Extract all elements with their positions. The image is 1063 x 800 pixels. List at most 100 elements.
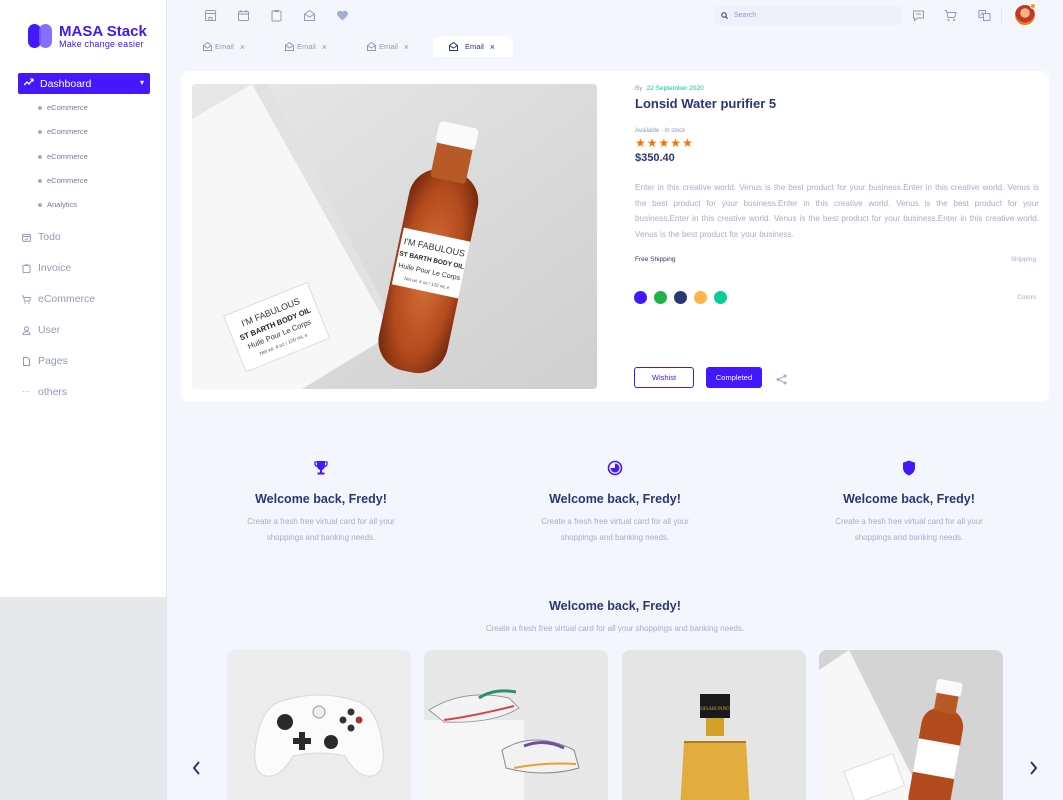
gallery-item-liqueur[interactable]: DISARONNO xyxy=(622,650,806,800)
brand-title: MASA Stack xyxy=(59,22,147,40)
clipboard-icon[interactable] xyxy=(270,9,283,22)
feature-text: Create a fresh free virtual card for all… xyxy=(541,517,689,542)
sidebar-subitem-label: eCommerce xyxy=(47,176,88,185)
cart-icon[interactable] xyxy=(944,9,957,22)
tab-email[interactable]: Email × xyxy=(193,36,263,57)
sidebar-item-invoice[interactable]: Invoice xyxy=(22,262,71,274)
calendar-icon[interactable] xyxy=(237,9,250,22)
tab-label: Email xyxy=(465,42,484,51)
calendar-icon xyxy=(22,233,31,242)
caret-down-icon: ▾ xyxy=(139,78,144,87)
shipping-label: Shipping xyxy=(1010,256,1036,263)
brand-logo[interactable]: MASA Stack Make change easier xyxy=(28,23,147,49)
search-input[interactable]: Search xyxy=(714,6,901,25)
bullet-icon xyxy=(38,154,42,159)
sidebar-subitem-ecommerce[interactable]: eCommerce xyxy=(38,103,88,112)
file-icon xyxy=(22,356,31,366)
translate-icon[interactable]: A xyxy=(978,9,991,22)
heart-icon[interactable] xyxy=(336,9,349,22)
sidebar-item-ecommerce[interactable]: eCommerce xyxy=(22,293,95,305)
trend-icon xyxy=(23,78,34,89)
mail-icon xyxy=(367,42,376,51)
star-icon: ★ xyxy=(635,136,647,150)
bullet-icon xyxy=(38,178,42,183)
color-swatch[interactable] xyxy=(674,291,687,304)
color-swatch[interactable] xyxy=(694,291,707,304)
bottle-brand: DISARONNO xyxy=(700,707,730,712)
sidebar-subitem-ecommerce[interactable]: eCommerce xyxy=(38,152,88,161)
share-icon[interactable] xyxy=(776,372,787,390)
sidebar-item-pages[interactable]: Pages xyxy=(22,355,68,367)
feature-title: Welcome back, Fredy! xyxy=(255,492,387,506)
color-swatch[interactable] xyxy=(714,291,727,304)
tab-label: Email xyxy=(297,42,316,51)
shield-icon xyxy=(799,460,1019,482)
sidebar-subitem-label: eCommerce xyxy=(47,152,88,161)
sidebar-item-label: Pages xyxy=(38,355,68,367)
chat-icon[interactable] xyxy=(912,9,925,22)
close-icon[interactable]: × xyxy=(490,42,495,52)
wishlist-button[interactable]: Wishist xyxy=(634,367,694,388)
feature-title: Welcome back, Fredy! xyxy=(549,492,681,506)
color-swatch[interactable] xyxy=(634,291,647,304)
completed-button[interactable]: Completed xyxy=(706,367,762,388)
sidebar: MASA Stack Make change easier Dashboard … xyxy=(0,0,167,597)
product-byline: By 22 September 2020 xyxy=(635,85,704,92)
pie-icon xyxy=(505,460,725,482)
product-date: 22 September 2020 xyxy=(646,85,704,92)
feature-card: Welcome back, Fredy! Create a fresh free… xyxy=(505,460,725,545)
mail-icon[interactable] xyxy=(303,9,316,22)
controller-photo xyxy=(254,694,384,777)
sidebar-item-dashboard[interactable]: Dashboard ▾ xyxy=(18,73,150,94)
sidebar-subitem-analytics[interactable]: Analytics xyxy=(38,200,77,209)
bullet-icon xyxy=(38,202,42,207)
sidebar-item-label: eCommerce xyxy=(38,293,96,305)
store-icon[interactable] xyxy=(204,9,217,22)
carousel-prev-arrow[interactable] xyxy=(192,761,201,778)
rating-stars: ★★★★★ xyxy=(635,136,694,150)
star-icon: ★ xyxy=(646,136,659,150)
sidebar-subitem-label: eCommerce xyxy=(47,103,88,112)
dots-icon: ··· xyxy=(22,386,30,396)
sidebar-item-label: User xyxy=(38,324,61,336)
feature-title: Welcome back, Fredy! xyxy=(843,492,975,506)
close-icon[interactable]: × xyxy=(240,42,245,52)
sidebar-subitem-ecommerce[interactable]: eCommerce xyxy=(38,127,88,136)
mail-icon xyxy=(203,42,212,51)
search-placeholder: Search xyxy=(734,12,757,19)
product-card: I'M FABULOUS ST BARTH BODY OIL Huile Pou… xyxy=(181,71,1049,402)
gallery-item-body-oil[interactable] xyxy=(819,650,1003,800)
sidebar-item-label: Todo xyxy=(38,231,61,243)
sidebar-item-label: Invoice xyxy=(38,262,72,274)
gallery-item-sneakers[interactable] xyxy=(424,650,608,800)
close-icon[interactable]: × xyxy=(404,42,409,52)
tab-label: Email xyxy=(215,42,234,51)
star-icon: ★ xyxy=(670,136,683,150)
tab-email[interactable]: Email × xyxy=(357,36,427,57)
trophy-icon xyxy=(211,460,431,482)
gallery-item-controller[interactable] xyxy=(227,650,411,800)
clipboard-icon xyxy=(22,263,31,273)
star-icon: ★ xyxy=(682,136,694,150)
cart-icon xyxy=(22,295,32,304)
product-title: Lonsid Water purifier 5 xyxy=(635,96,777,111)
color-swatch[interactable] xyxy=(654,291,667,304)
color-swatches xyxy=(634,291,734,304)
availability-text: Available - In stock xyxy=(635,128,686,134)
sidebar-item-todo[interactable]: Todo xyxy=(22,231,61,243)
sidebar-item-label: Dashboard xyxy=(40,77,92,90)
mail-icon xyxy=(285,42,294,51)
product-description: Enter in this creative world. Venus is t… xyxy=(635,183,1039,239)
byline-label: By xyxy=(635,85,643,92)
tab-email-active[interactable]: Email × xyxy=(433,36,513,57)
tab-email[interactable]: Email × xyxy=(275,36,345,57)
sidebar-item-label: others xyxy=(38,386,68,398)
carousel-next-arrow[interactable] xyxy=(1029,761,1038,778)
close-icon[interactable]: × xyxy=(322,42,327,52)
sidebar-subitem-ecommerce[interactable]: eCommerce xyxy=(38,176,88,185)
sidebar-item-user[interactable]: User xyxy=(22,324,60,336)
feature-card: Welcome back, Fredy! Create a fresh free… xyxy=(799,460,1019,545)
notification-badge xyxy=(1030,3,1036,9)
sidebar-item-others[interactable]: ··· others xyxy=(22,386,67,398)
bullet-icon xyxy=(38,105,42,110)
